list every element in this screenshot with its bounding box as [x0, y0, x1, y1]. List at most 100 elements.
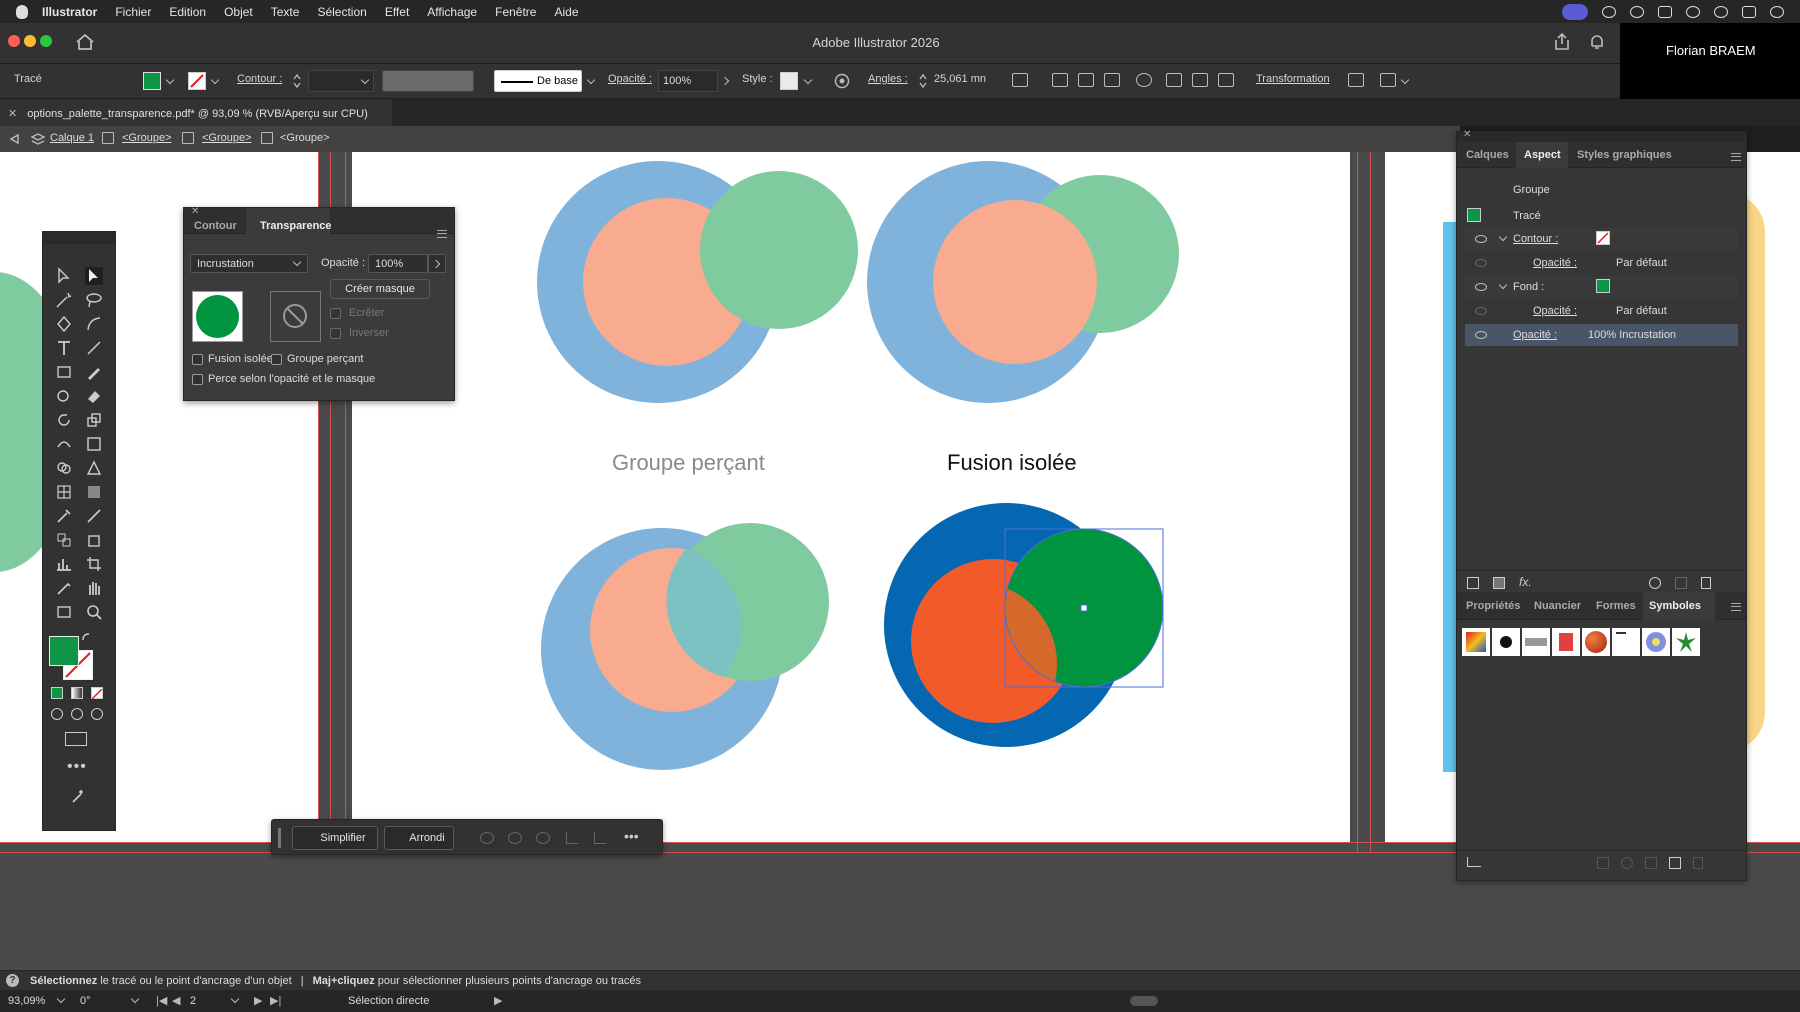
contour-label[interactable]: Contour : [237, 73, 282, 85]
symbol-cube[interactable] [1462, 628, 1490, 656]
symbol-splat[interactable] [1492, 628, 1520, 656]
stroke-row[interactable]: Contour : [1465, 228, 1738, 250]
align-right-icon[interactable] [1104, 73, 1120, 87]
fill-swatch[interactable] [1596, 279, 1610, 293]
simplify-button[interactable]: Simplifier [292, 826, 378, 850]
shaper-tool-icon[interactable] [55, 387, 73, 405]
breadcrumb-layer[interactable]: Calque 1 [50, 132, 94, 144]
draw-inside-icon[interactable] [91, 708, 103, 720]
slice-tool-icon[interactable] [55, 579, 73, 597]
symbol-leaf[interactable] [1672, 628, 1700, 656]
fill-visibility-icon[interactable] [1475, 283, 1487, 291]
artwork-top-right[interactable] [867, 161, 1179, 403]
type-tool-icon[interactable] [55, 339, 73, 357]
object-opacity-visibility-icon[interactable] [1475, 331, 1487, 339]
screen-share-icon[interactable] [1562, 3, 1588, 20]
add-fill-icon[interactable] [1493, 577, 1505, 589]
drag-handle[interactable] [278, 828, 281, 848]
rotation-dropdown-icon[interactable] [130, 994, 140, 1004]
clear-appearance-icon[interactable] [1649, 577, 1661, 589]
measure-icon[interactable] [85, 507, 103, 525]
stroke-profile-field[interactable]: De base [494, 70, 582, 92]
selection-tool-icon[interactable] [55, 267, 73, 285]
symbol-options-icon[interactable] [1645, 857, 1657, 869]
curvature-tool-icon[interactable] [85, 315, 103, 333]
symbol-banner[interactable] [1522, 628, 1550, 656]
menu-edition[interactable]: Edition [169, 5, 206, 19]
fill-label[interactable]: Fond : [1513, 281, 1544, 293]
break-link-icon[interactable] [1621, 857, 1633, 869]
distribute-icon[interactable] [1136, 73, 1152, 87]
align-top-icon[interactable] [1166, 73, 1182, 87]
menu-affichage[interactable]: Affichage [427, 5, 477, 19]
menu-fichier[interactable]: Fichier [115, 5, 151, 19]
artwork-knockout-group[interactable] [541, 523, 829, 770]
tab-styles-graphiques[interactable]: Styles graphiques [1577, 149, 1672, 161]
line-tool-icon[interactable] [85, 339, 103, 357]
pen-tool-icon[interactable] [55, 315, 73, 333]
more-tools-icon[interactable]: ••• [67, 758, 87, 776]
angles-value[interactable]: 25,061 mn [934, 73, 986, 85]
opacity-mask-knockout-checkbox[interactable] [192, 374, 203, 385]
magic-wand-icon[interactable] [55, 291, 73, 309]
add-stroke-icon[interactable] [1467, 577, 1479, 589]
blend-tool-icon[interactable] [55, 531, 73, 549]
paintbrush-icon[interactable] [85, 363, 103, 381]
zoom-dropdown-icon[interactable] [56, 994, 66, 1004]
stroke-opacity-row[interactable]: Opacité : Par défaut [1465, 252, 1738, 274]
stroke-swatch[interactable] [188, 72, 206, 90]
rectangle-tool-icon[interactable] [55, 363, 73, 381]
round-button[interactable]: Arrondi [384, 826, 454, 850]
menu-app-name[interactable]: Illustrator [42, 5, 97, 19]
swap-colors-icon[interactable] [81, 632, 93, 644]
align-left-icon[interactable] [1052, 73, 1068, 87]
screen-mode-icon[interactable] [65, 732, 87, 746]
artwork-top-left[interactable] [537, 161, 858, 403]
clip-checkbox[interactable] [330, 308, 341, 319]
opacity-arrow-icon[interactable] [720, 76, 730, 86]
variable-width-field[interactable] [382, 70, 474, 92]
zoom-tool-icon[interactable] [85, 603, 103, 621]
fill-opacity-label[interactable]: Opacité : [1533, 305, 1577, 317]
stroke-swatch[interactable] [1596, 231, 1610, 245]
last-artboard-icon[interactable]: ▶| [270, 994, 281, 1007]
tab-proprietes[interactable]: Propriétés [1466, 600, 1520, 612]
artboard-dropdown-icon[interactable] [230, 994, 240, 1004]
artboard-number[interactable]: 2 [190, 995, 196, 1007]
tab-symboles[interactable]: Symboles [1649, 600, 1701, 612]
isolate-icon[interactable] [1348, 73, 1364, 87]
menu-objet[interactable]: Objet [224, 5, 253, 19]
artwork[interactable] [352, 152, 1350, 842]
draw-behind-icon[interactable] [71, 708, 83, 720]
keyboard-icon[interactable] [1658, 5, 1672, 18]
perspective-grid-icon[interactable] [85, 459, 103, 477]
symbol-sprayer-icon[interactable] [85, 531, 103, 549]
opacity-slider-button[interactable] [428, 254, 446, 273]
stroke-dropdown-icon[interactable] [210, 75, 220, 85]
tab-calques[interactable]: Calques [1466, 149, 1509, 161]
scale-tool-icon[interactable] [85, 411, 103, 429]
back-arrow-icon[interactable] [8, 133, 20, 145]
print-tiling-icon[interactable] [55, 603, 73, 621]
invert-mask-checkbox[interactable] [330, 328, 341, 339]
arrange-dropdown-icon[interactable] [1400, 75, 1410, 85]
appearance-menu-icon[interactable] [1731, 153, 1741, 161]
recolor-icon[interactable] [834, 73, 850, 89]
new-symbol-icon[interactable] [1669, 857, 1681, 869]
wifi-icon[interactable] [1770, 5, 1784, 18]
fill-swatch[interactable] [143, 72, 161, 90]
symbol-libraries-icon[interactable] [1467, 857, 1481, 867]
fill-expand-icon[interactable] [1498, 280, 1508, 290]
knockout-group-checkbox[interactable] [271, 354, 282, 365]
horizontal-scrollbar[interactable] [1130, 996, 1158, 1006]
delete-item-icon[interactable] [1701, 577, 1711, 589]
tab-formes[interactable]: Formes [1596, 600, 1636, 612]
current-tool-name[interactable]: Sélection directe [348, 995, 429, 1007]
label-knockout-group[interactable]: Groupe perçant [612, 450, 765, 476]
isolated-blend-checkbox[interactable] [192, 354, 203, 365]
stepper-icon[interactable] [292, 72, 302, 90]
shape-builder-icon[interactable] [55, 459, 73, 477]
stroke-expand-icon[interactable] [1498, 232, 1508, 242]
create-mask-button[interactable]: Créer masque [330, 279, 430, 299]
transformation-link[interactable]: Transformation [1256, 73, 1330, 85]
